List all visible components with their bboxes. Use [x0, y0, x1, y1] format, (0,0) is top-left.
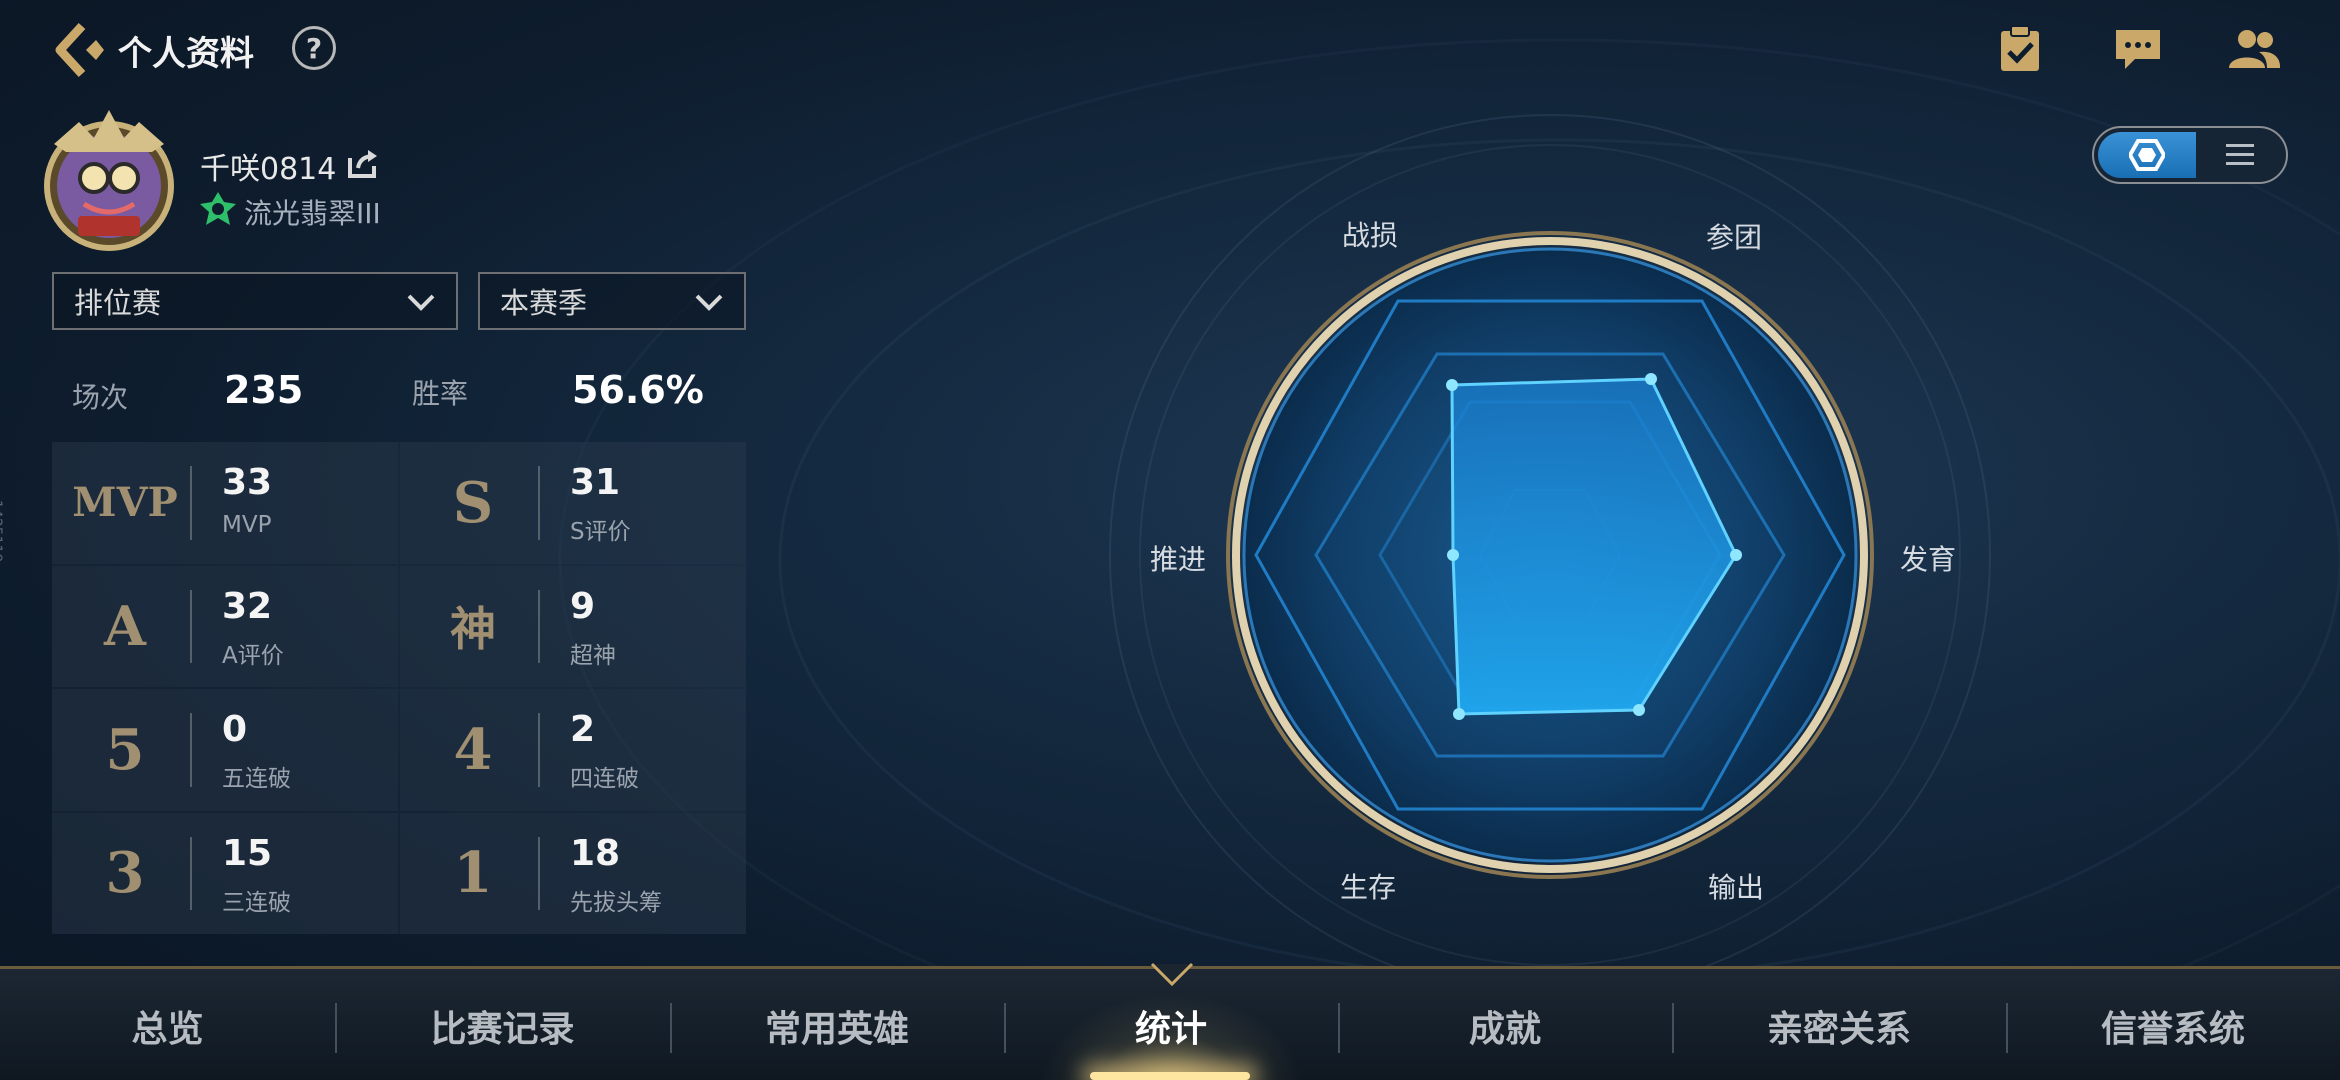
- radar-label-teamfight: 参团: [1706, 221, 1763, 254]
- stat-label: 三连破: [222, 889, 291, 916]
- radar-point: [1447, 549, 1459, 561]
- clipboard-check-icon: [2001, 25, 2039, 71]
- stat-label: A评价: [222, 642, 284, 669]
- stats-grid: MVP 33 MVP S 31 S评价 A 32 A评价 神 9 超神 5 0 …: [52, 442, 746, 934]
- stat-cell-quadra: 4 2 四连破: [400, 689, 746, 811]
- chevron-down-icon: [407, 294, 435, 311]
- stat-value: 15: [222, 832, 273, 874]
- tab-match-history[interactable]: 比赛记录: [335, 969, 670, 1080]
- radar-view-button[interactable]: [2098, 132, 2196, 178]
- stat-cell-penta: 5 0 五连破: [52, 689, 398, 811]
- list-icon: [2226, 144, 2254, 165]
- radar-label-damage: 输出: [1708, 871, 1765, 904]
- username: 千咲0814: [200, 152, 337, 187]
- stat-cell-first-blood: 1 18 先拔头筹: [400, 812, 746, 934]
- avatar-image: [44, 110, 174, 251]
- radar-label-push: 推进: [1150, 543, 1207, 576]
- stat-cell-mvp: MVP 33 MVP: [52, 442, 398, 564]
- tab-relationships[interactable]: 亲密关系: [1672, 969, 2006, 1080]
- view-toggle[interactable]: [2092, 126, 2288, 184]
- stat-label: S评价: [570, 519, 631, 545]
- stat-label: 超神: [570, 642, 616, 669]
- divider: [538, 466, 540, 540]
- penta-badge-icon: 5: [105, 716, 145, 783]
- first-blood-badge-icon: 1: [453, 840, 493, 907]
- mode-dropdown-value: 排位赛: [74, 286, 162, 320]
- stat-cell-a: A 32 A评价: [52, 565, 398, 687]
- tab-achievements[interactable]: 成就: [1338, 969, 1672, 1080]
- stat-cell-triple: 3 15 三连破: [52, 812, 398, 934]
- stat-label: 先拔头筹: [570, 889, 662, 916]
- winrate-label: 胜率: [412, 377, 469, 410]
- friends-button[interactable]: [2224, 22, 2284, 76]
- radar-point: [1730, 549, 1742, 561]
- avatar[interactable]: [34, 104, 184, 254]
- radar-point: [1645, 373, 1657, 385]
- rank-label: 流光翡翠III: [244, 197, 381, 230]
- divider: [538, 836, 540, 910]
- godlike-badge-icon: 神: [450, 602, 496, 657]
- list-view-button[interactable]: [2196, 132, 2284, 178]
- divider: [190, 589, 192, 663]
- games-value: 235: [224, 368, 304, 412]
- share-icon: [348, 150, 377, 178]
- winrate-value: 56.6%: [572, 368, 704, 412]
- radar-chart: [1226, 231, 1874, 879]
- stat-label: 五连破: [222, 766, 291, 792]
- stat-value: 0: [222, 709, 248, 750]
- divider: [190, 466, 192, 540]
- messages-button[interactable]: [2108, 22, 2168, 76]
- share-button[interactable]: [346, 148, 380, 184]
- radar-label-survival: 生存: [1340, 871, 1397, 904]
- radar-label-farming: 发育: [1900, 543, 1957, 576]
- stat-value: 2: [570, 709, 596, 750]
- divider: [190, 836, 192, 910]
- stat-label: MVP: [222, 512, 272, 538]
- radar-point: [1446, 379, 1458, 391]
- triple-badge-icon: 3: [105, 840, 145, 907]
- stat-cell-godlike: 神 9 超神: [400, 565, 746, 687]
- stat-label: 四连破: [570, 766, 639, 792]
- stat-cell-s: S 31 S评价: [400, 442, 746, 564]
- stat-value: 32: [222, 585, 273, 627]
- radar-point: [1633, 704, 1645, 716]
- season-dropdown[interactable]: 本赛季: [478, 272, 746, 330]
- divider: [538, 713, 540, 787]
- mvp-badge-icon: MVP: [72, 479, 178, 527]
- chevron-down-icon: [695, 294, 723, 311]
- stat-value: 31: [570, 462, 621, 503]
- page-title: 个人资料: [118, 34, 254, 74]
- tab-overview[interactable]: 总览: [0, 969, 335, 1080]
- side-id: 1425119: [0, 500, 4, 563]
- quadra-badge-icon: 4: [453, 716, 493, 783]
- back-button[interactable]: [48, 20, 108, 80]
- divider: [538, 589, 540, 663]
- games-label: 场次: [72, 381, 129, 414]
- active-tab-glow: [1090, 1072, 1250, 1080]
- active-tab-indicator-icon: [1150, 962, 1194, 987]
- tab-common-heroes[interactable]: 常用英雄: [670, 969, 1004, 1080]
- help-button[interactable]: ?: [292, 26, 336, 70]
- radar-point: [1453, 708, 1465, 720]
- season-dropdown-value: 本赛季: [500, 286, 588, 320]
- hexagon-icon: [2129, 139, 2165, 171]
- rank-emblem-icon: [198, 190, 238, 232]
- friends-icon: [2229, 30, 2281, 68]
- tasks-button[interactable]: [1990, 22, 2050, 76]
- stat-value: 9: [570, 585, 596, 627]
- mode-dropdown[interactable]: 排位赛: [52, 272, 458, 330]
- divider: [190, 713, 192, 787]
- chat-bubble-icon: [2116, 30, 2160, 69]
- radar-label-damage-taken: 战损: [1342, 219, 1399, 252]
- tab-credit-system[interactable]: 信誉系统: [2006, 969, 2340, 1080]
- back-arrow-icon: [55, 22, 104, 78]
- stat-value: 18: [570, 832, 621, 874]
- stat-value: 33: [222, 462, 273, 503]
- s-badge-icon: S: [452, 469, 494, 536]
- a-badge-icon: A: [104, 594, 146, 659]
